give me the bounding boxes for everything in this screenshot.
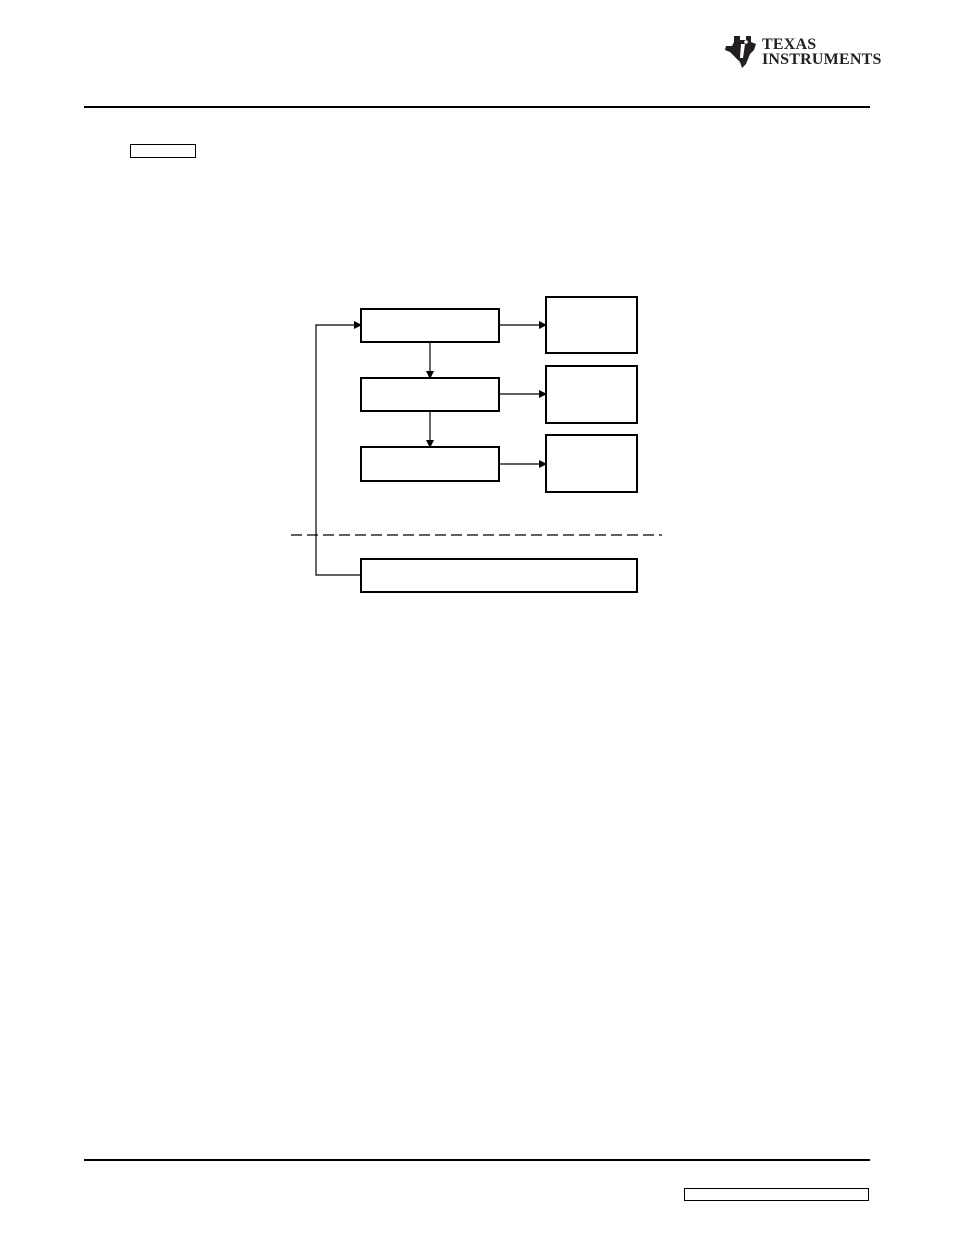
output-box-3 bbox=[545, 434, 638, 493]
output-box-1 bbox=[545, 296, 638, 354]
feedback-box bbox=[360, 558, 638, 593]
output-box-2 bbox=[545, 365, 638, 424]
stage-box-2 bbox=[360, 377, 500, 412]
footer-doc-id-box bbox=[684, 1188, 869, 1201]
feedback-arrow bbox=[315, 321, 362, 576]
block-diagram bbox=[291, 296, 662, 593]
footer-rule bbox=[84, 1159, 870, 1161]
stage-box-1 bbox=[360, 308, 500, 343]
stage-box-3 bbox=[360, 446, 500, 482]
